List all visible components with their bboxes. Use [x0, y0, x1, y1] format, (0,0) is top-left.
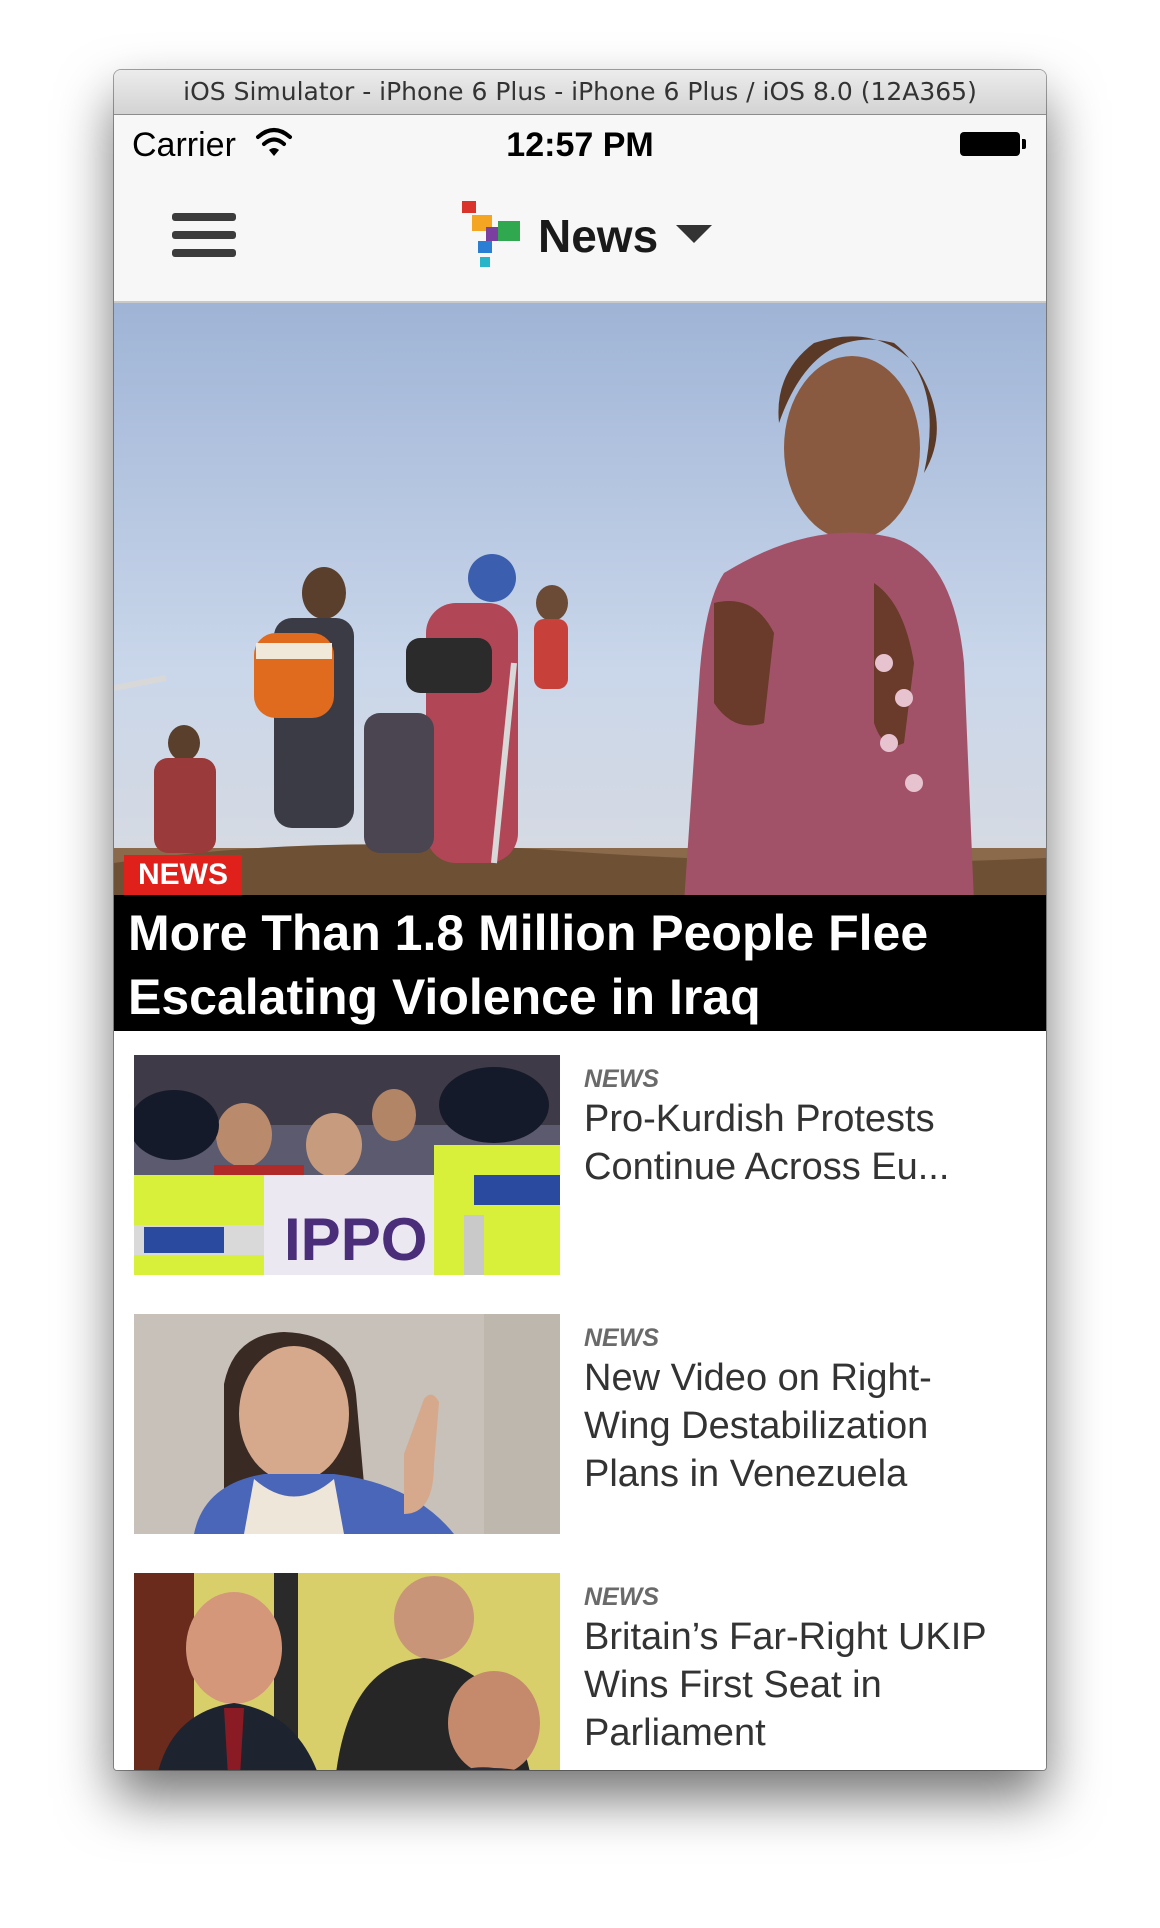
article-title[interactable]: New Video on Right-Wing Destabilization …	[584, 1354, 1004, 1498]
article-category: NEWS	[584, 1065, 659, 1093]
carrier-label: Carrier	[132, 126, 236, 164]
article-thumbnail	[134, 1573, 560, 1770]
hamburger-icon[interactable]	[172, 213, 236, 261]
hero-headline[interactable]: More Than 1.8 Million People Flee Escala…	[128, 901, 1038, 1029]
section-title: News	[538, 210, 659, 262]
app-logo-icon	[462, 201, 520, 267]
article-title[interactable]: Pro-Kurdish Protests Continue Across Eu.…	[584, 1095, 1004, 1191]
window-titlebar[interactable]: iOS Simulator - iPhone 6 Plus - iPhone 6…	[114, 70, 1046, 115]
hero-caption: More Than 1.8 Million People Flee Escala…	[114, 895, 1046, 1031]
article-title[interactable]: Britain’s Far-Right UKIP Wins First Seat…	[584, 1613, 1004, 1757]
status-bar: Carrier 12:57 PM	[114, 115, 1046, 175]
battery-icon	[960, 132, 1026, 156]
woman-photo	[134, 1314, 560, 1534]
nav-bar: News	[114, 175, 1046, 303]
article-category: NEWS	[584, 1583, 659, 1611]
hero-photo	[114, 303, 1046, 903]
device-screen: Carrier 12:57 PM News NEWS More Than 1.8…	[114, 115, 1046, 1770]
wifi-icon	[256, 128, 292, 156]
protest-photo: IPPO	[134, 1055, 560, 1275]
article-thumbnail	[134, 1314, 560, 1534]
chevron-down-icon[interactable]	[676, 225, 712, 243]
politicians-photo	[134, 1573, 560, 1770]
hero-story[interactable]: NEWS More Than 1.8 Million People Flee E…	[114, 303, 1046, 1031]
article-category: NEWS	[584, 1324, 659, 1352]
article-item[interactable]: NEWS New Video on Right-Wing Destabiliza…	[134, 1314, 1034, 1534]
svg-text:IPPO: IPPO	[284, 1206, 427, 1273]
desktop-background: iOS Simulator - iPhone 6 Plus - iPhone 6…	[0, 0, 1160, 1928]
section-picker[interactable]: News	[462, 201, 722, 271]
article-item[interactable]: NEWS Britain’s Far-Right UKIP Wins First…	[134, 1573, 1034, 1770]
article-thumbnail: IPPO	[134, 1055, 560, 1275]
article-item[interactable]: IPPO NEWS Pro-Kurdish Protests Continue …	[134, 1055, 1034, 1275]
simulator-window: iOS Simulator - iPhone 6 Plus - iPhone 6…	[114, 70, 1046, 1770]
hero-category-badge: NEWS	[124, 855, 242, 895]
